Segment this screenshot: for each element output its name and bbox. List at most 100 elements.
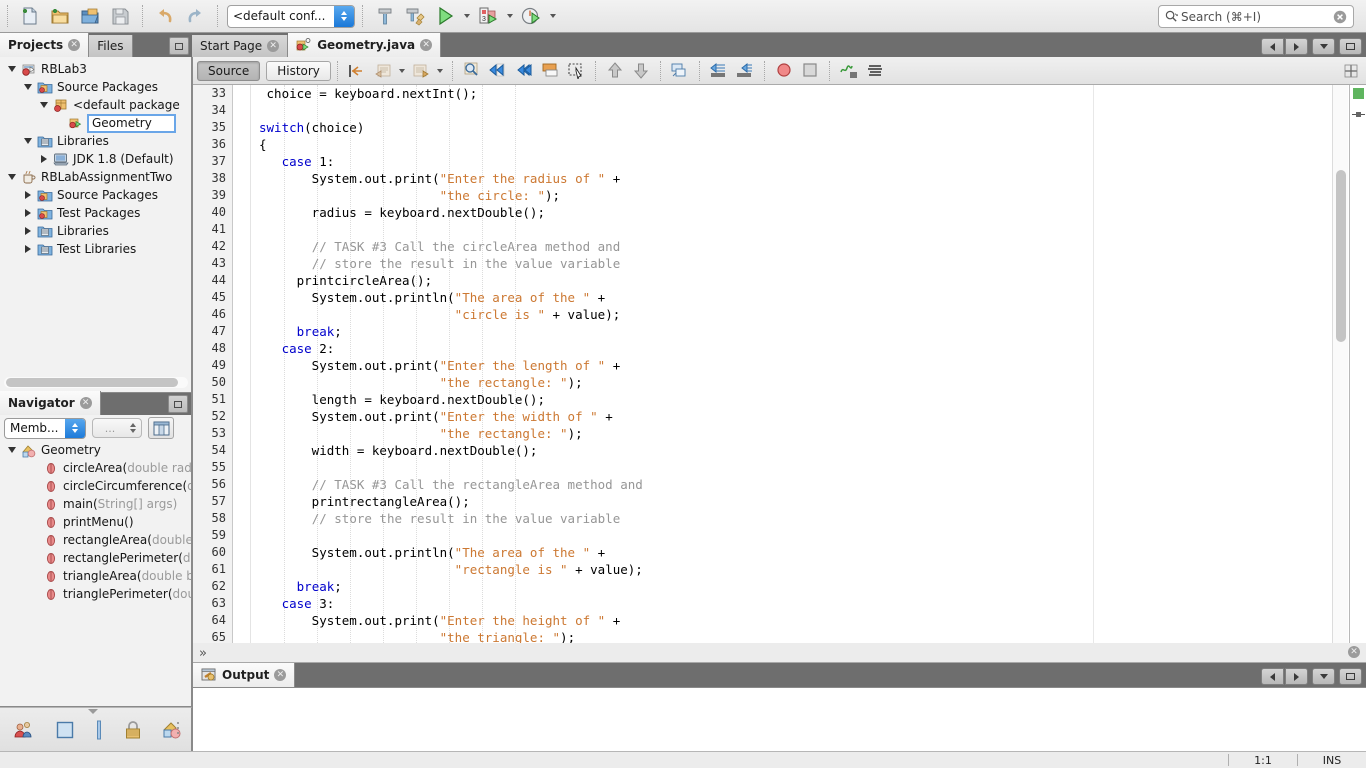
project-tree-row[interactable]: <default package: [0, 96, 191, 114]
project-tree-row[interactable]: Source Packages: [0, 186, 191, 204]
search-input[interactable]: Search (⌘+I): [1178, 10, 1333, 24]
code-line[interactable]: switch(choice): [251, 119, 1366, 136]
project-tree-label[interactable]: Geometry: [87, 113, 176, 133]
navigator-tree-row[interactable]: rectangleArea(double: [0, 531, 191, 549]
stop-macro-recording-button[interactable]: [797, 59, 823, 83]
projects-scrollbar-thumb[interactable]: [6, 378, 178, 387]
forward-button[interactable]: [408, 59, 434, 83]
toolbar-overflow-handle[interactable]: [177, 722, 179, 734]
lock-icon[interactable]: [124, 720, 142, 740]
tree-twisty-right-icon[interactable]: [36, 155, 52, 163]
tab-geometry-java[interactable]: Geometry.java ✕: [288, 33, 442, 57]
tree-twisty-down-icon[interactable]: [20, 84, 36, 90]
configuration-selector[interactable]: <default conf...: [227, 4, 355, 28]
configuration-spinner-icon[interactable]: [334, 5, 354, 27]
save-all-button[interactable]: [105, 2, 135, 30]
navigator-tree-row[interactable]: circleCircumference(d: [0, 477, 191, 495]
profile-project-dropdown[interactable]: [546, 2, 559, 30]
projects-tree[interactable]: RBLab3 Source Packages <default package Geo…: [0, 57, 191, 258]
editor-scroll-right-button[interactable]: [1285, 38, 1308, 55]
tab-projects[interactable]: Projects ✕: [0, 33, 90, 57]
code-line[interactable]: choice = keyboard.nextInt();: [251, 85, 1366, 102]
output-scroll-left-button[interactable]: [1261, 668, 1284, 685]
code-line[interactable]: case 3:: [251, 595, 1366, 612]
strip-close-icon[interactable]: ✕: [1348, 646, 1360, 658]
navigator-tree-row[interactable]: circleArea(double rad: [0, 459, 191, 477]
navigator-tree-row[interactable]: main(String[] args): [0, 495, 191, 513]
previous-bookmark-button[interactable]: [485, 59, 511, 83]
back-dropdown[interactable]: [396, 59, 408, 83]
left-panel-minimize-button[interactable]: [169, 37, 189, 55]
editor-vertical-scrollbar[interactable]: [1332, 85, 1348, 643]
code-line[interactable]: [251, 459, 1366, 476]
navigator-scope-spinner-icon[interactable]: [65, 418, 85, 438]
code-text[interactable]: choice = keyboard.nextInt(); switch(choi…: [251, 85, 1366, 643]
clear-icon[interactable]: [1333, 10, 1347, 24]
code-line[interactable]: System.out.print("Enter the width of " +: [251, 408, 1366, 425]
square-icon[interactable]: [56, 721, 74, 739]
editor-scroll-left-button[interactable]: [1261, 38, 1284, 55]
code-line[interactable]: [251, 527, 1366, 544]
projects-horizontal-scrollbar[interactable]: [4, 377, 188, 388]
navigator-tree-row[interactable]: rectanglePerimeter(d: [0, 549, 191, 567]
shift-lines-button[interactable]: [667, 59, 693, 83]
debug-project-button[interactable]: 3: [473, 2, 503, 30]
navigator-filter-selector[interactable]: ...: [92, 418, 142, 438]
navigator-tree-row[interactable]: triangleArea(double b: [0, 567, 191, 585]
expand-chevron-icon[interactable]: »: [199, 646, 207, 661]
profile-project-button[interactable]: [516, 2, 546, 30]
code-line[interactable]: // TASK #3 Call the circleArea method an…: [251, 238, 1366, 255]
redo-button[interactable]: [180, 2, 210, 30]
code-line[interactable]: {: [251, 136, 1366, 153]
tab-output-close-icon[interactable]: ✕: [274, 669, 287, 681]
code-line[interactable]: // TASK #3 Call the rectangleArea method…: [251, 476, 1366, 493]
navigator-filter-spinner-icon[interactable]: [127, 423, 141, 433]
team-icon[interactable]: [14, 720, 36, 740]
source-view-button[interactable]: Source: [197, 60, 261, 81]
tree-twisty-down-icon[interactable]: [36, 102, 52, 108]
project-tree-row[interactable]: Source Packages: [0, 78, 191, 96]
tree-twisty-down-icon[interactable]: [4, 174, 20, 180]
code-line[interactable]: System.out.println("The area of the " +: [251, 544, 1366, 561]
tab-geometry-java-close-icon[interactable]: ✕: [420, 39, 433, 51]
code-line[interactable]: break;: [251, 578, 1366, 595]
code-line[interactable]: "the circle: ");: [251, 187, 1366, 204]
code-line[interactable]: // store the result in the value variabl…: [251, 510, 1366, 527]
code-line[interactable]: case 1:: [251, 153, 1366, 170]
find-selection-button[interactable]: [459, 59, 485, 83]
project-tree-row[interactable]: JDK 1.8 (Default): [0, 150, 191, 168]
rectangular-selection-button[interactable]: [563, 59, 589, 83]
tab-start-page[interactable]: Start Page ✕: [192, 35, 289, 57]
project-tree-row[interactable]: Test Packages: [0, 204, 191, 222]
tab-start-page-close-icon[interactable]: ✕: [267, 40, 280, 52]
caret-annotation-mark[interactable]: [1352, 112, 1365, 117]
search-box[interactable]: Search (⌘+I): [1158, 5, 1354, 28]
run-project-dropdown[interactable]: [460, 2, 473, 30]
editor-maximize-button[interactable]: [1339, 38, 1362, 55]
history-view-button[interactable]: History: [266, 60, 331, 81]
forward-dropdown[interactable]: [434, 59, 446, 83]
code-line[interactable]: System.out.println("The area of the " +: [251, 289, 1366, 306]
code-line[interactable]: System.out.print("Enter the length of " …: [251, 357, 1366, 374]
code-editor[interactable]: 33 34 35 36 37 38 39 40 41 42 43 44 45 46 47 48 49 50 51 52…: [193, 85, 1366, 643]
code-line[interactable]: printrectangleArea();: [251, 493, 1366, 510]
tree-twisty-down-icon[interactable]: [4, 447, 20, 453]
code-line[interactable]: [251, 221, 1366, 238]
tab-files[interactable]: Files: [89, 35, 133, 57]
panel-resize-handle[interactable]: [88, 709, 98, 714]
code-line[interactable]: case 2:: [251, 340, 1366, 357]
previous-error-button[interactable]: [602, 59, 628, 83]
next-bookmark-button[interactable]: [511, 59, 537, 83]
clean-build-button[interactable]: [400, 2, 430, 30]
run-project-button[interactable]: [430, 2, 460, 30]
shift-left-button[interactable]: [706, 59, 732, 83]
undo-button[interactable]: [150, 2, 180, 30]
navigator-tree-row[interactable]: printMenu(): [0, 513, 191, 531]
glyph-margin[interactable]: [234, 85, 251, 643]
code-line[interactable]: [251, 102, 1366, 119]
code-line[interactable]: "the rectangle: ");: [251, 425, 1366, 442]
shift-right-button[interactable]: [732, 59, 758, 83]
navigator-tree[interactable]: Geometry circleArea(double rad circleCircu…: [0, 441, 191, 603]
toggle-bookmark-button[interactable]: [537, 59, 563, 83]
code-line[interactable]: radius = keyboard.nextDouble();: [251, 204, 1366, 221]
